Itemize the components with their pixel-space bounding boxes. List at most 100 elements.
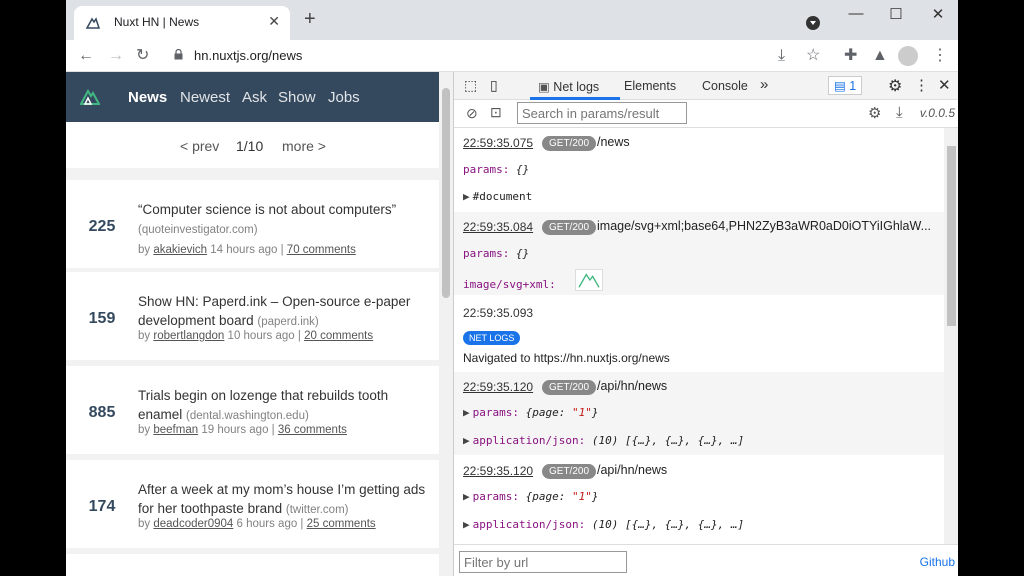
item-comments[interactable]: 25 comments	[307, 518, 376, 530]
news-item: 159 Show HN: Paperd.ink – Open-source e-…	[66, 272, 439, 360]
nav-ask[interactable]: Ask	[242, 89, 267, 106]
expand-triangle-icon[interactable]: ▶	[463, 490, 470, 503]
nuxt-favicon-icon	[86, 17, 100, 29]
item-user[interactable]: beefman	[153, 424, 198, 436]
params-key: params:	[463, 163, 510, 176]
install-app-icon[interactable]: ⤓	[778, 46, 785, 66]
browser-menu-icon[interactable]: ⋮	[932, 46, 948, 66]
extensions-icon[interactable]: ✚	[844, 46, 857, 66]
nav-show[interactable]: Show	[278, 89, 316, 106]
item-score: 225	[88, 218, 116, 235]
netlogs-tab-icon: ▣	[538, 80, 554, 94]
maximize-button[interactable]: ☐	[886, 5, 906, 23]
expand-triangle-icon[interactable]: ▶	[463, 190, 470, 203]
tab-net-logs[interactable]: ▣ Net logs	[538, 79, 599, 94]
github-link[interactable]: Github	[920, 555, 955, 569]
item-title[interactable]: Trials begin on lozenge that rebuilds to…	[138, 386, 428, 426]
reload-icon[interactable]: ↻	[136, 46, 149, 66]
log-timestamp[interactable]: 22:59:35.120	[463, 464, 533, 478]
nav-news[interactable]: News	[128, 89, 167, 106]
log-timestamp[interactable]: 22:59:35.084	[463, 220, 533, 234]
netlogs-badge: NET LOGS	[463, 331, 521, 345]
item-comments[interactable]: 20 comments	[304, 330, 373, 342]
json-row[interactable]: ▶ application/json: (10) [{…}, {…}, {…}, …	[463, 518, 744, 531]
media-control-icon[interactable]	[806, 16, 820, 30]
news-item: 885 Trials begin on lozenge that rebuild…	[66, 366, 439, 454]
params-string: "1"	[571, 406, 592, 419]
item-time: 10 hours ago |	[227, 330, 301, 342]
item-user[interactable]: deadcoder0904	[153, 518, 233, 530]
item-title[interactable]: Show HN: Paperd.ink – Open-source e-pape…	[138, 292, 428, 332]
search-params-input[interactable]	[517, 102, 687, 124]
status-badge: GET/200	[542, 464, 597, 479]
netlogs-settings-icon[interactable]: ⚙	[868, 104, 881, 122]
labs-flask-icon[interactable]: ▲	[872, 46, 888, 66]
issues-count: 1	[849, 79, 857, 93]
item-title-text[interactable]: “Computer science is not about computers…	[138, 202, 396, 217]
item-title[interactable]: After a week at my mom’s house I’m getti…	[138, 480, 428, 520]
minimize-button[interactable]: —	[846, 5, 866, 22]
prev-link[interactable]: < prev	[180, 138, 219, 154]
nuxt-logo-icon[interactable]	[80, 88, 100, 106]
more-tabs-icon[interactable]: »	[760, 76, 768, 93]
document-row[interactable]: ▶ #document	[463, 190, 532, 203]
log-entry: 22:59:35.093 NET LOGS Navigated to https…	[454, 296, 944, 371]
close-window-button[interactable]: ✕	[928, 5, 948, 23]
expand-triangle-icon[interactable]: ▶	[463, 434, 470, 447]
close-tab-icon[interactable]: ✕	[268, 13, 280, 30]
log-timestamp[interactable]: 22:59:35.120	[463, 380, 533, 394]
item-score: 885	[88, 404, 116, 421]
log-path: /news	[597, 135, 630, 149]
tab-console[interactable]: Console	[702, 79, 748, 93]
params-row[interactable]: ▶ params: {page: "1"}	[463, 490, 598, 503]
params-value: {}	[515, 247, 530, 260]
nav-newest[interactable]: Newest	[180, 89, 230, 106]
inspect-element-icon[interactable]: ⬚	[464, 77, 477, 94]
params-close: }	[591, 490, 599, 503]
status-badge: GET/200	[542, 136, 597, 151]
device-toolbar-icon[interactable]: ▯	[490, 77, 498, 94]
expand-triangle-icon[interactable]: ▶	[463, 518, 470, 531]
more-link[interactable]: more >	[282, 138, 326, 154]
log-timestamp[interactable]: 22:59:35.075	[463, 136, 533, 150]
item-comments[interactable]: 36 comments	[278, 424, 347, 436]
issues-badge[interactable]: ▤ 1	[828, 76, 863, 95]
news-item: 225 “Computer science is not about compu…	[66, 180, 439, 268]
json-row[interactable]: ▶ application/json: (10) [{…}, {…}, {…}, …	[463, 434, 744, 447]
item-comments[interactable]: 70 comments	[287, 244, 356, 256]
status-badge: GET/200	[542, 380, 597, 395]
scrollbar-thumb[interactable]	[947, 146, 956, 326]
item-time: 14 hours ago |	[210, 244, 284, 256]
devtools-menu-icon[interactable]: ⋮	[914, 76, 929, 94]
address-bar[interactable]: hn.nuxtjs.org/news	[166, 44, 816, 68]
item-host: (quoteinvestigator.com)	[138, 224, 258, 236]
download-icon[interactable]: ⤓	[896, 104, 903, 121]
expand-triangle-icon[interactable]: ▶	[463, 406, 470, 419]
back-icon[interactable]: ←	[78, 46, 94, 66]
profile-avatar-icon[interactable]	[898, 46, 918, 66]
devtools-tabs: ⬚ ▯ ▣ Net logs Elements Console » ▤ 1 ⚙ …	[454, 72, 958, 100]
clear-log-icon[interactable]: ⊘	[466, 105, 478, 122]
close-devtools-icon[interactable]: ✕	[938, 76, 951, 94]
settings-gear-icon[interactable]: ⚙	[888, 76, 902, 96]
item-user[interactable]: robertlangdon	[153, 330, 224, 342]
new-tab-button[interactable]: +	[304, 9, 316, 29]
forward-icon[interactable]: →	[108, 46, 124, 66]
item-title[interactable]: “Computer science is not about computers…	[138, 200, 428, 240]
tab-elements[interactable]: Elements	[624, 79, 676, 93]
item-meta: by deadcoder0904 6 hours ago | 25 commen…	[138, 518, 376, 530]
hn-scrollbar[interactable]	[439, 72, 453, 576]
filter-url-input[interactable]	[459, 551, 627, 573]
nav-jobs[interactable]: Jobs	[328, 89, 360, 106]
bookmark-star-icon[interactable]: ☆	[806, 46, 820, 66]
save-log-icon[interactable]: ⊡	[490, 104, 502, 121]
item-user[interactable]: akakievich	[153, 244, 207, 256]
item-host: (twitter.com)	[285, 504, 349, 516]
item-title-text[interactable]: After a week at my mom’s house I’m getti…	[138, 482, 425, 516]
params-row[interactable]: ▶ params: {page: "1"}	[463, 406, 598, 419]
devtools-scrollbar[interactable]	[944, 128, 958, 544]
browser-tab[interactable]: Nuxt HN | News ✕	[74, 6, 290, 40]
svg-preview-thumbnail	[575, 269, 603, 291]
item-time: 19 hours ago |	[201, 424, 275, 436]
scrollbar-thumb[interactable]	[442, 88, 450, 298]
